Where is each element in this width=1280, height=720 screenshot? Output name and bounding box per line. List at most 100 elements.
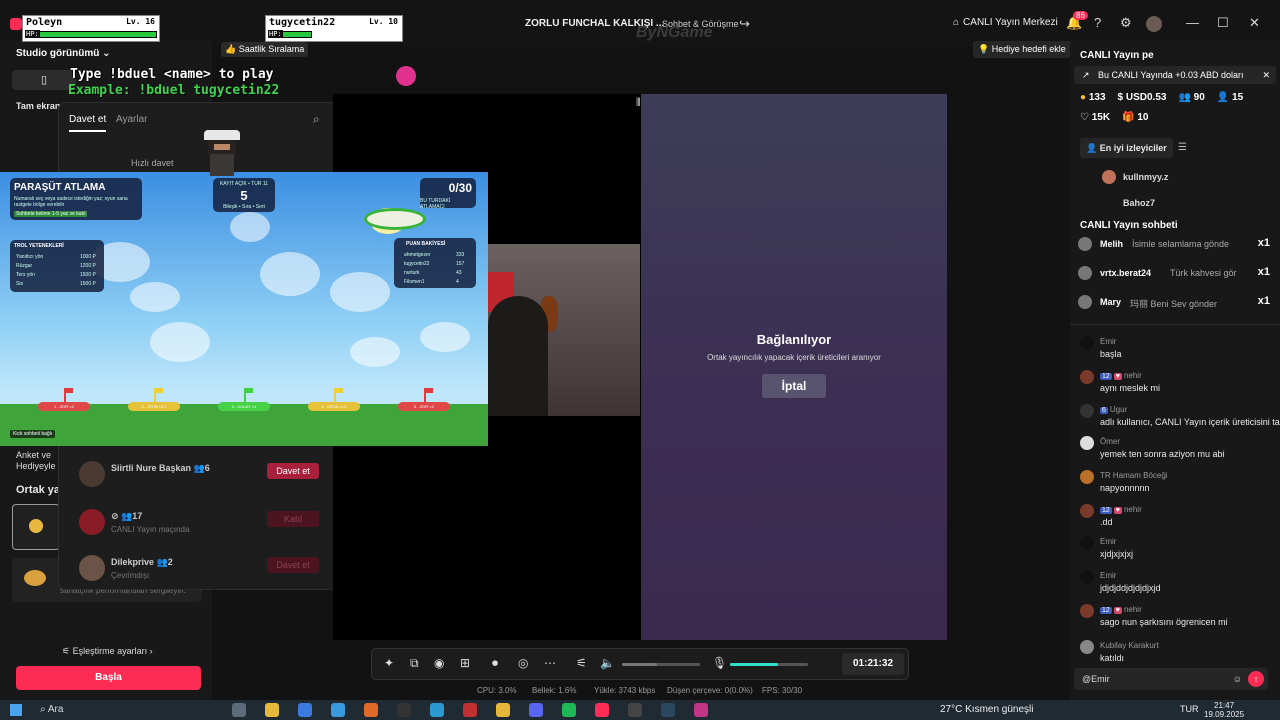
avatar[interactable]	[1080, 404, 1094, 418]
avatar[interactable]	[1080, 370, 1094, 384]
lightbulb-icon: 💡	[978, 44, 992, 54]
send-button[interactable]: ↑	[1248, 671, 1264, 687]
chat-username[interactable]: Ugur	[1110, 405, 1127, 414]
hourly-ranking-badge[interactable]: 👍 Saatlik Sıralama	[221, 42, 309, 57]
windows-icon[interactable]	[10, 704, 22, 716]
obs-icon[interactable]	[628, 703, 642, 717]
troll-skill-name: Ters yön	[16, 272, 35, 278]
terminal-icon[interactable]	[397, 703, 411, 717]
more-icon[interactable]: ⋯	[544, 656, 556, 670]
speaker-icon[interactable]: 🔈	[600, 656, 615, 670]
discord-icon[interactable]	[529, 703, 543, 717]
score-player: tugycetin22	[404, 261, 430, 267]
spotify-icon[interactable]	[562, 703, 576, 717]
avatar[interactable]	[1080, 504, 1094, 518]
top-viewers-button[interactable]: 👤 En iyi izleyiciler	[1080, 138, 1173, 158]
camera-icon[interactable]: ◉	[434, 656, 444, 670]
avatar[interactable]	[1080, 640, 1094, 654]
firefox-icon[interactable]	[364, 703, 378, 717]
chat-username[interactable]: TR Hamam Böceği	[1100, 471, 1168, 480]
join-button[interactable]: Katıl	[267, 511, 319, 527]
minimize-icon[interactable]: —	[1186, 15, 1199, 30]
chat-input[interactable]: @Emir ☺ ↑	[1074, 668, 1268, 690]
avatar[interactable]	[1080, 604, 1094, 618]
target-icon[interactable]: ◎	[518, 656, 528, 670]
chat-username[interactable]: nehir	[1124, 371, 1142, 380]
volume-slider[interactable]	[622, 663, 700, 666]
cancel-button[interactable]: İptal	[762, 374, 826, 398]
chat-username[interactable]: nehir	[1124, 605, 1142, 614]
avatar[interactable]	[1080, 570, 1094, 584]
weather-widget[interactable]: 27°C Kısmen güneşli	[940, 704, 1034, 715]
edge-icon[interactable]	[430, 703, 444, 717]
store-icon[interactable]	[298, 703, 312, 717]
chat-connected-badge: Kick sohbeti bağlı	[10, 430, 56, 438]
game-icon[interactable]	[463, 703, 477, 717]
record-icon[interactable]: ⏺	[492, 656, 498, 671]
chat-username[interactable]: Ömer	[1100, 437, 1120, 446]
chat-text: katıldı	[1100, 653, 1125, 663]
avatar[interactable]	[1080, 470, 1094, 484]
player2-hp-label: HP:	[268, 30, 283, 38]
tab-settings[interactable]: Ayarlar	[116, 114, 148, 125]
chat-username[interactable]: Emir	[1100, 537, 1116, 546]
chat-title: CANLI Yayın sohbeti	[1080, 220, 1178, 231]
troll-skill-name: Yanıltıcı yön	[16, 254, 44, 260]
help-icon[interactable]: ?	[1094, 15, 1101, 30]
gift-goal-button[interactable]: 💡 Hediye hedefi ekle	[973, 41, 1071, 58]
avatar	[79, 461, 105, 487]
instagram-icon[interactable]	[694, 703, 708, 717]
match-settings-link[interactable]: ⚟ Eşleştirme ayarları ›	[62, 646, 153, 657]
task-view-icon[interactable]	[232, 703, 246, 717]
portrait-view-button[interactable]: ▯	[12, 70, 76, 90]
list-icon[interactable]: ☰	[1178, 142, 1187, 153]
tiktok-live-icon[interactable]	[595, 703, 609, 717]
start-button[interactable]: Başla	[16, 666, 201, 690]
top-viewer-1[interactable]: kullnmyy.z	[1123, 172, 1168, 182]
chat-username[interactable]: nehir	[1124, 505, 1142, 514]
file-explorer-icon[interactable]	[265, 703, 279, 717]
avatar[interactable]	[1146, 16, 1162, 32]
emoji-icon[interactable]: ☺	[1233, 668, 1242, 690]
chat-username[interactable]: Kubilay Karakurt	[1100, 641, 1159, 650]
avatar[interactable]	[1080, 436, 1094, 450]
maximize-icon[interactable]: ☐	[1217, 15, 1229, 31]
earnings-text: Bu CANLI Yayında +0.03 ABD doları	[1098, 70, 1244, 80]
studio-view-dropdown[interactable]: Studio görünümü ⌄	[16, 48, 111, 59]
tiktok-effect-icon[interactable]	[396, 66, 416, 86]
taskbar-search[interactable]: ⌕ Ara	[30, 702, 180, 718]
mic-level-slider[interactable]	[730, 663, 808, 666]
tab-invite[interactable]: Davet et	[69, 114, 107, 132]
folder-icon[interactable]	[496, 703, 510, 717]
chat-username[interactable]: Emir	[1100, 337, 1116, 346]
sliders-icon: ⚟	[62, 646, 73, 656]
layout-icon[interactable]: ⧉	[410, 656, 419, 671]
troll-panel: TROL YETENEKLERİ Yanıltıcı yön 1000 P Rüz…	[10, 240, 104, 292]
connecting-subtitle: Ortak yayıncılık yapacak içerik üreticil…	[707, 353, 881, 362]
cohost-thumbnail[interactable]	[12, 504, 60, 550]
mail-icon[interactable]	[331, 703, 345, 717]
clock[interactable]: 21:47 19.09.2025	[1204, 701, 1244, 719]
share-icon[interactable]: ↪	[739, 16, 750, 32]
steam-icon[interactable]	[661, 703, 675, 717]
magic-icon[interactable]: ✦	[384, 656, 394, 670]
invite-button[interactable]: Davet et	[267, 463, 319, 479]
top-viewer-2[interactable]: Bahoz7	[1123, 198, 1155, 208]
invite-button[interactable]: Davet et	[267, 557, 319, 573]
avatar	[79, 509, 105, 535]
dropped-frames-stat: Düşen çerçeve: 0(0.0%)	[667, 686, 753, 695]
gear-icon[interactable]: ⚙	[1120, 15, 1132, 31]
language-indicator[interactable]: TUR	[1180, 704, 1199, 714]
close-icon[interactable]: ✕	[1249, 15, 1260, 31]
sliders-icon[interactable]: ⚟	[576, 656, 587, 670]
avatar[interactable]	[1080, 536, 1094, 550]
search-icon: ⌕	[40, 704, 48, 715]
live-center-button[interactable]: ⌂ CANLI Yayın Merkezi	[953, 17, 1058, 28]
avatar[interactable]	[1080, 336, 1094, 350]
microphone-icon[interactable]: 🎙	[712, 656, 727, 670]
audio-levels-icon[interactable]: ⫴	[636, 97, 641, 110]
add-source-icon[interactable]: ⊞	[460, 656, 470, 670]
search-icon[interactable]: ⌕	[313, 112, 320, 127]
close-icon[interactable]: ✕	[1262, 66, 1270, 84]
chat-username[interactable]: Emir	[1100, 571, 1116, 580]
